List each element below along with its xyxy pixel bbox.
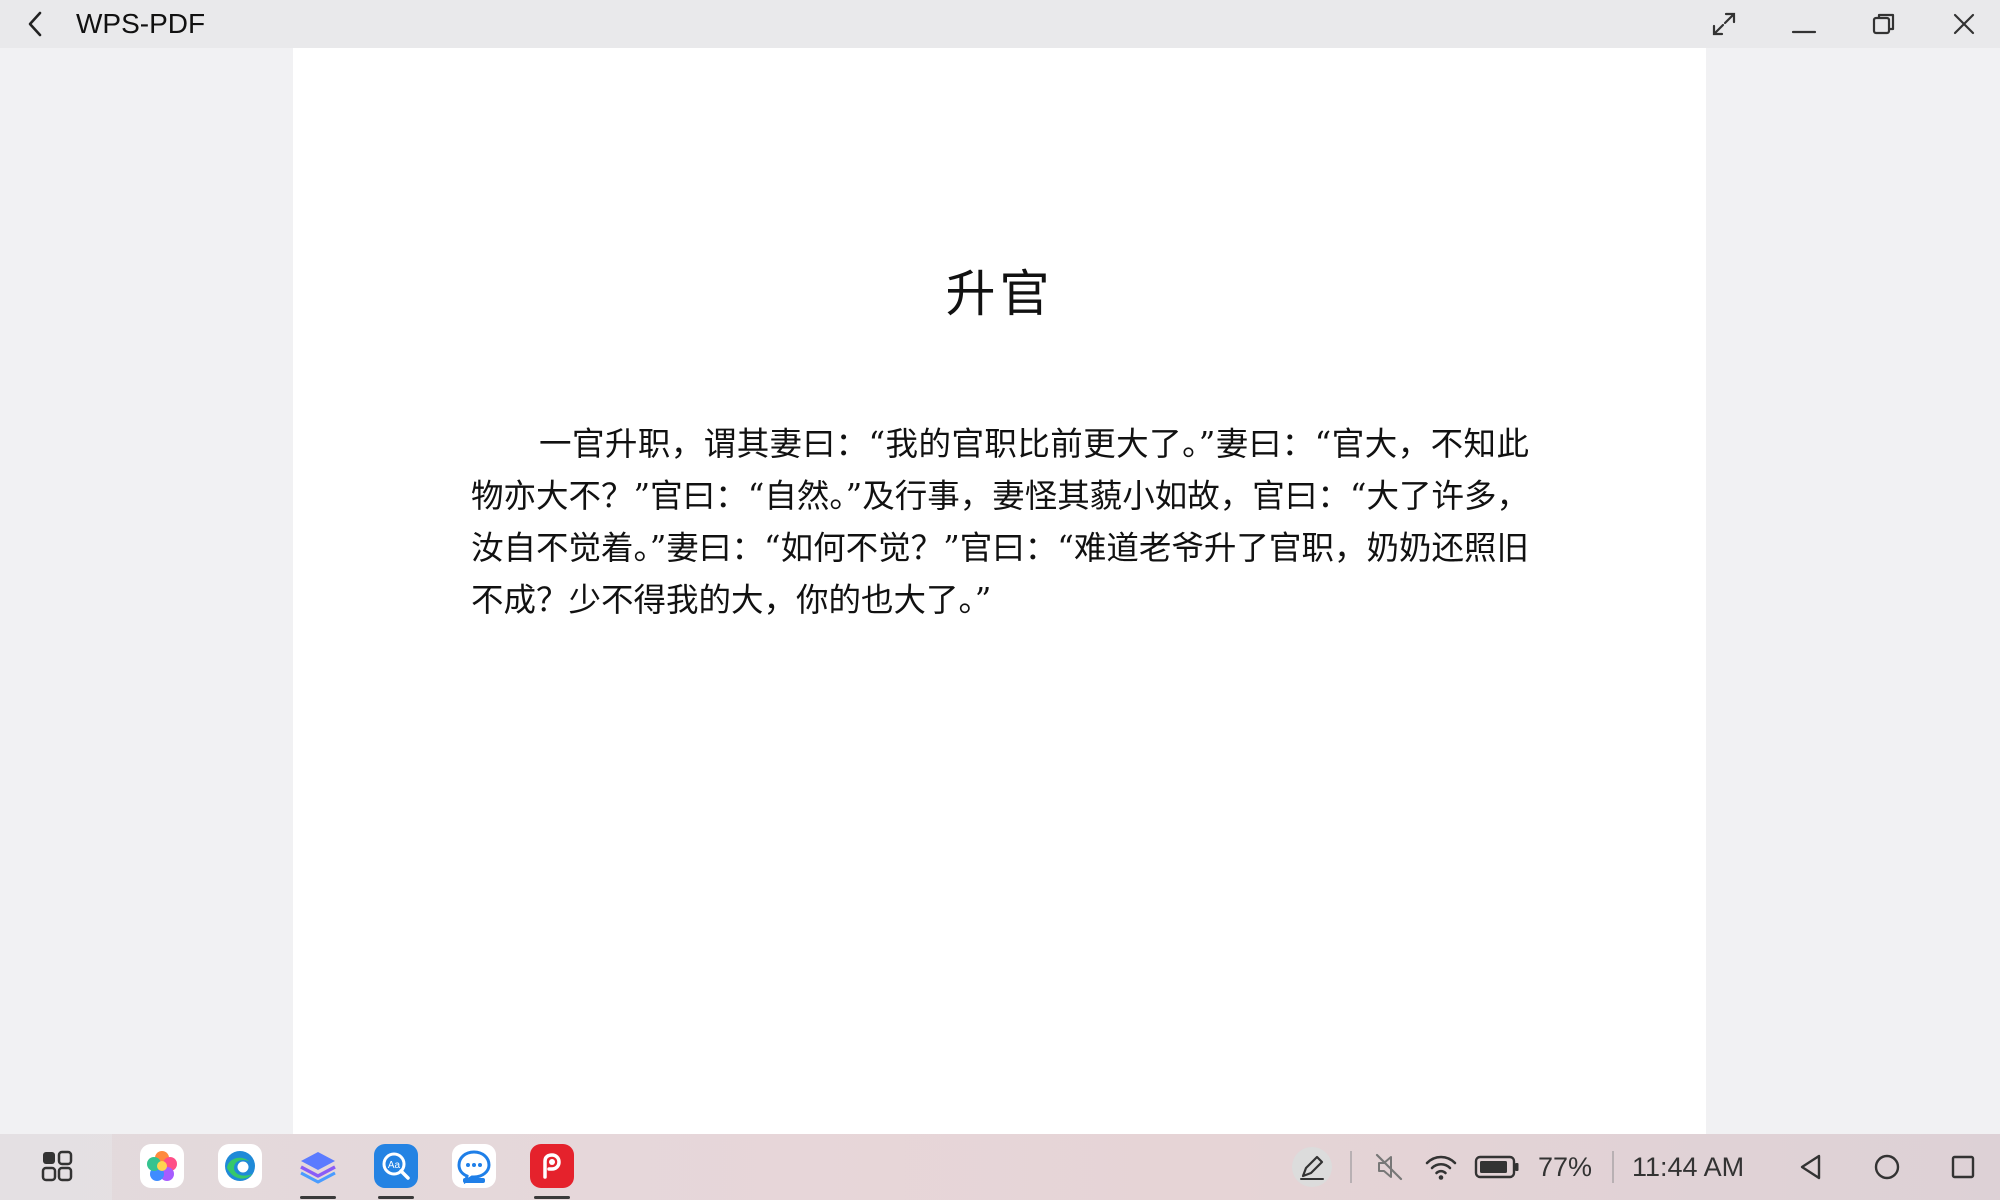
expand-icon[interactable] (1706, 8, 1742, 40)
running-indicator (534, 1196, 570, 1199)
pdf-viewer-area[interactable]: 升官 一官升职，谓其妻曰：“我的官职比前更大了。”妻曰：“官大，不知此物亦大不？… (0, 48, 2000, 1134)
tray-separator (1350, 1151, 1352, 1183)
document-title: 升官 (945, 265, 1054, 323)
nav-recents-icon[interactable] (1946, 1149, 1980, 1185)
layers-app-icon[interactable] (296, 1144, 340, 1188)
app-drawer-icon[interactable] (35, 1144, 79, 1188)
gallery-icon[interactable] (140, 1144, 184, 1188)
edge-browser-icon[interactable] (218, 1144, 262, 1188)
wps-pdf-icon[interactable] (530, 1144, 574, 1188)
close-icon[interactable] (1946, 8, 1982, 40)
window-title-bar: WPS-PDF (0, 0, 2000, 48)
taskbar: Aa 77% 11:44 AM (0, 1134, 2000, 1200)
battery-icon[interactable] (1474, 1149, 1520, 1185)
battery-percent: 77% (1538, 1152, 1593, 1182)
window-title: WPS-PDF (76, 8, 206, 39)
nav-back-icon[interactable] (1794, 1149, 1828, 1185)
nav-home-icon[interactable] (1870, 1149, 1904, 1185)
wifi-icon[interactable] (1424, 1149, 1458, 1185)
tray-separator (1612, 1151, 1614, 1183)
document-body-text: 一官升职，谓其妻曰：“我的官职比前更大了。”妻曰：“官大，不知此物亦大不？”官曰… (471, 425, 1529, 619)
clock-time[interactable]: 11:44 AM (1632, 1134, 1744, 1200)
running-indicator (300, 1196, 336, 1199)
minimize-icon[interactable] (1786, 8, 1822, 40)
svg-text:Aa: Aa (388, 1160, 401, 1171)
back-chevron-icon[interactable] (20, 8, 52, 40)
running-indicator (378, 1196, 414, 1199)
pdf-page: 升官 一官升职，谓其妻曰：“我的官职比前更大了。”妻曰：“官大，不知此物亦大不？… (293, 48, 1706, 1134)
chat-app-icon[interactable] (452, 1144, 496, 1188)
stylus-pen-icon[interactable] (1296, 1149, 1328, 1185)
dictionary-app-icon[interactable]: Aa (374, 1144, 418, 1188)
restore-icon[interactable] (1866, 8, 1902, 40)
sound-muted-icon[interactable] (1372, 1149, 1406, 1185)
